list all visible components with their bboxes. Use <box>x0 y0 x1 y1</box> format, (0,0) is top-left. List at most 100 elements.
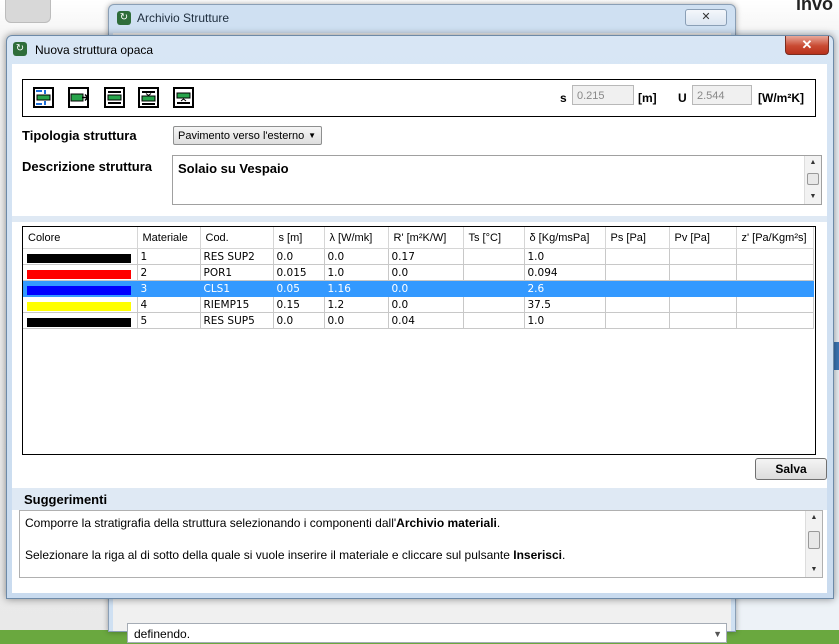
column-header[interactable]: z' [Pa/Kgm²s] <box>736 227 814 249</box>
lambda-cell[interactable]: 1.16 <box>324 280 389 297</box>
z-cell[interactable] <box>736 312 814 329</box>
pv-cell[interactable] <box>669 264 737 281</box>
s-cell[interactable]: 0.015 <box>273 264 325 281</box>
ts-cell[interactable] <box>463 296 525 313</box>
table-row[interactable]: 2 POR1 0.015 1.0 0.0 0.094 <box>23 264 814 281</box>
ts-cell[interactable] <box>463 264 525 281</box>
append-layer-icon <box>68 87 89 108</box>
layer-edit-icon <box>104 87 125 108</box>
z-cell[interactable] <box>736 296 814 313</box>
layer-move-button[interactable] <box>138 87 159 108</box>
z-cell[interactable] <box>736 248 814 265</box>
cod-cell[interactable]: POR1 <box>200 264 274 281</box>
column-header[interactable]: Ps [Pa] <box>605 227 670 249</box>
column-header[interactable]: R' [m²K/W] <box>388 227 464 249</box>
ps-cell[interactable] <box>605 312 670 329</box>
scroll-up-icon[interactable]: ▲ <box>806 511 822 525</box>
layer-remove-button[interactable] <box>173 87 194 108</box>
s-cell[interactable]: 0.0 <box>273 248 325 265</box>
column-header[interactable]: Ts [°C] <box>463 227 525 249</box>
cod-cell[interactable]: RIEMP15 <box>200 296 274 313</box>
ps-cell[interactable] <box>605 296 670 313</box>
delta-cell[interactable]: 1.0 <box>524 312 606 329</box>
r-cell[interactable]: 0.0 <box>388 280 464 297</box>
ts-cell[interactable] <box>463 248 525 265</box>
table-row[interactable]: 4 RIEMP15 0.15 1.2 0.0 37.5 <box>23 296 814 313</box>
materiale-cell[interactable]: 5 <box>137 312 201 329</box>
save-button[interactable]: Salva <box>755 458 827 480</box>
s-cell[interactable]: 0.0 <box>273 312 325 329</box>
materiale-cell[interactable]: 4 <box>137 296 201 313</box>
lambda-cell[interactable]: 1.0 <box>324 264 389 281</box>
scroll-thumb[interactable] <box>807 173 819 185</box>
column-header[interactable]: Cod. <box>200 227 274 249</box>
delta-cell[interactable]: 2.6 <box>524 280 606 297</box>
delta-cell[interactable]: 1.0 <box>524 248 606 265</box>
scroll-down-icon[interactable]: ▼ <box>806 563 822 577</box>
suggestion-line: Selezionare la riga al di sotto della qu… <box>25 548 566 562</box>
column-header[interactable]: Materiale <box>137 227 201 249</box>
z-cell[interactable] <box>736 280 814 297</box>
column-header[interactable]: Pv [Pa] <box>669 227 737 249</box>
archivio-close-button[interactable]: ✕ <box>685 9 727 26</box>
cod-cell[interactable]: RES SUP5 <box>200 312 274 329</box>
pv-cell[interactable] <box>669 296 737 313</box>
u-field[interactable]: 2.544 <box>692 85 752 105</box>
ps-cell[interactable] <box>605 280 670 297</box>
column-header[interactable]: Colore <box>23 227 138 249</box>
descrizione-textarea[interactable]: Solaio su Vespaio ▲ ▼ <box>172 155 822 205</box>
pv-cell[interactable] <box>669 248 737 265</box>
cod-cell[interactable]: CLS1 <box>200 280 274 297</box>
descrizione-scrollbar[interactable]: ▲ ▼ <box>804 156 821 204</box>
table-row[interactable]: 3 CLS1 0.05 1.16 0.0 2.6 <box>23 280 814 297</box>
ps-cell[interactable] <box>605 264 670 281</box>
table-row[interactable]: 5 RES SUP5 0.0 0.0 0.04 1.0 <box>23 312 814 329</box>
s-cell[interactable]: 0.15 <box>273 296 325 313</box>
color-cell[interactable] <box>23 280 138 297</box>
dialog-titlebar[interactable]: ↻ Nuova struttura opaca ✕ <box>7 36 833 62</box>
scroll-down-icon[interactable]: ▼ <box>805 190 821 204</box>
r-cell[interactable]: 0.0 <box>388 264 464 281</box>
delta-cell[interactable]: 37.5 <box>524 296 606 313</box>
delta-cell[interactable]: 0.094 <box>524 264 606 281</box>
materiale-cell[interactable]: 1 <box>137 248 201 265</box>
archivio-titlebar[interactable]: ↻ Archivio Strutture ✕ <box>109 5 735 31</box>
color-cell[interactable] <box>23 296 138 313</box>
s-field[interactable]: 0.215 <box>572 85 634 105</box>
ps-cell[interactable] <box>605 248 670 265</box>
ts-cell[interactable] <box>463 312 525 329</box>
color-cell[interactable] <box>23 248 138 265</box>
lambda-cell[interactable]: 0.0 <box>324 248 389 265</box>
table-row[interactable]: 1 RES SUP2 0.0 0.0 0.17 1.0 <box>23 248 814 265</box>
pv-cell[interactable] <box>669 280 737 297</box>
close-button[interactable]: ✕ <box>785 36 829 55</box>
scroll-up-icon[interactable]: ▲ <box>805 156 821 170</box>
pv-cell[interactable] <box>669 312 737 329</box>
insert-layer-button[interactable] <box>33 87 54 108</box>
suggerimenti-scrollbar[interactable]: ▲ ▼ <box>805 511 822 577</box>
s-cell[interactable]: 0.05 <box>273 280 325 297</box>
materiale-cell[interactable]: 2 <box>137 264 201 281</box>
lambda-cell[interactable]: 0.0 <box>324 312 389 329</box>
column-header[interactable]: λ [W/mk] <box>324 227 389 249</box>
scroll-thumb[interactable] <box>808 531 820 549</box>
app-logo[interactable] <box>5 0 51 23</box>
append-layer-button[interactable] <box>68 87 89 108</box>
suggerimenti-title: Suggerimenti <box>24 492 108 507</box>
cod-cell[interactable]: RES SUP2 <box>200 248 274 265</box>
z-cell[interactable] <box>736 264 814 281</box>
r-cell[interactable]: 0.0 <box>388 296 464 313</box>
color-cell[interactable] <box>23 312 138 329</box>
r-cell[interactable]: 0.04 <box>388 312 464 329</box>
r-cell[interactable]: 0.17 <box>388 248 464 265</box>
column-header[interactable]: s [m] <box>273 227 325 249</box>
tipologia-select[interactable]: Pavimento verso l'esterno ▼ <box>173 126 322 145</box>
archivio-combo[interactable]: definendo. ▼ <box>127 623 727 643</box>
column-header[interactable]: δ [Kg/msPa] <box>524 227 606 249</box>
lambda-cell[interactable]: 1.2 <box>324 296 389 313</box>
layer-edit-button[interactable] <box>104 87 125 108</box>
materiale-cell[interactable]: 3 <box>137 280 201 297</box>
color-cell[interactable] <box>23 264 138 281</box>
app-icon: ↻ <box>13 42 27 56</box>
ts-cell[interactable] <box>463 280 525 297</box>
